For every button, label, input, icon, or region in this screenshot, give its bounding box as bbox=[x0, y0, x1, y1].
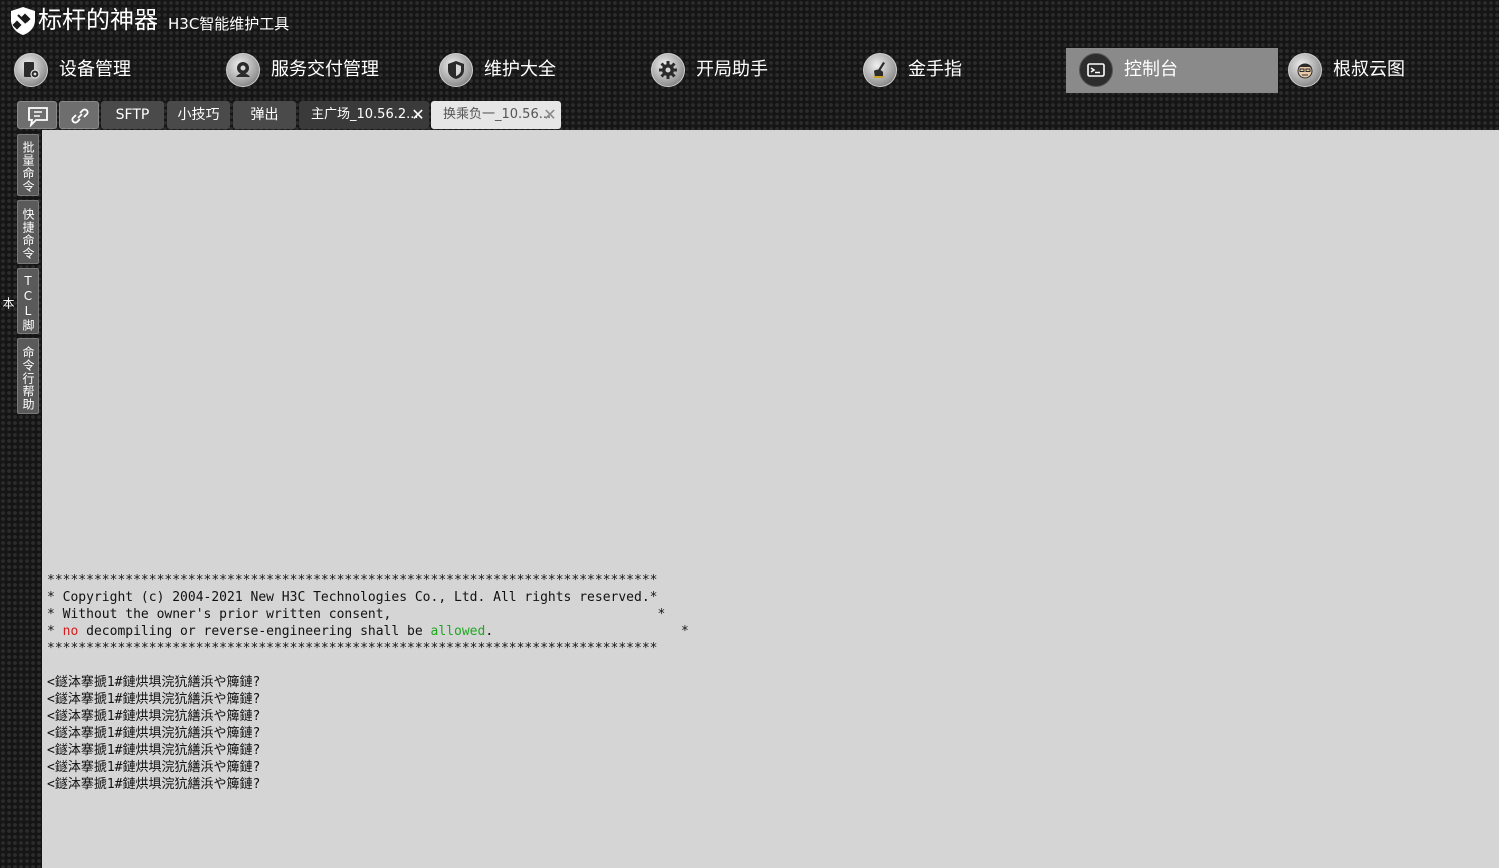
console-output: ****************************************… bbox=[47, 573, 689, 792]
session-tab-label: 换乘负一_10.56... bbox=[443, 107, 552, 122]
tab-session-transfer[interactable]: 换乘负一_10.56... ✕ bbox=[431, 101, 561, 129]
highlight-no: no bbox=[62, 624, 79, 639]
banner-border: ****************************************… bbox=[47, 641, 658, 656]
side-item-tcl-script[interactable]: TCL脚本 bbox=[1, 268, 39, 334]
console-terminal[interactable]: ****************************************… bbox=[42, 130, 1499, 868]
app-subtitle: H3C智能维护工具 bbox=[168, 15, 290, 33]
nav-label: 服务交付管理 bbox=[271, 59, 379, 80]
side-item-batch-commands[interactable]: 批量命令 bbox=[17, 134, 39, 196]
chat-bubble-icon bbox=[28, 107, 48, 127]
banner-consent: * Without the owner's prior written cons… bbox=[47, 607, 666, 622]
nav-item-maintenance[interactable]: 维护大全 bbox=[426, 48, 638, 93]
nav-item-golden-finger[interactable]: 金手指 bbox=[850, 48, 1062, 93]
close-icon[interactable]: ✕ bbox=[543, 101, 557, 129]
link-tool-button[interactable] bbox=[59, 101, 99, 129]
prompt-line: <鐩泍搴搋1#鏈烘埧浣犺繕浜や簰鏈? bbox=[47, 777, 261, 792]
nav-label: 维护大全 bbox=[484, 59, 556, 80]
nav-label: 控制台 bbox=[1124, 59, 1178, 80]
banner-border: ****************************************… bbox=[47, 573, 658, 588]
banner-copyright: * Copyright (c) 2004-2021 New H3C Techno… bbox=[47, 590, 658, 605]
shield-wrench-icon bbox=[11, 7, 35, 35]
shield-icon bbox=[439, 53, 473, 87]
app-header: 标杆的神器 H3C智能维护工具 bbox=[0, 0, 1499, 44]
chat-tool-button[interactable] bbox=[17, 101, 57, 129]
tab-session-main-plaza[interactable]: 主广场_10.56.2... ✕ bbox=[299, 101, 429, 129]
terminal-icon bbox=[1079, 53, 1113, 87]
gear-icon bbox=[651, 53, 685, 87]
device-gear-icon bbox=[14, 53, 48, 87]
close-icon[interactable]: ✕ bbox=[411, 101, 425, 129]
highlight-allowed: allowed bbox=[430, 624, 486, 639]
avatar-face-icon bbox=[1288, 53, 1322, 87]
prompt-line: <鐩泍搴搋1#鏈烘埧浣犺繕浜や簰鏈? bbox=[47, 709, 261, 724]
prompt-line: <鐩泍搴搋1#鏈烘埧浣犺繕浜や簰鏈? bbox=[47, 692, 261, 707]
pointing-hand-icon bbox=[863, 53, 897, 87]
session-tab-label: 主广场_10.56.2... bbox=[311, 107, 419, 122]
main-nav: 设备管理 服务交付管理 维护大全 开局助手 金手指 控制台 根叔云图 bbox=[0, 48, 1499, 94]
nav-item-cloud-map[interactable]: 根叔云图 bbox=[1275, 48, 1487, 93]
app-title: 标杆的神器 bbox=[38, 6, 158, 34]
tab-sftp[interactable]: SFTP bbox=[101, 101, 164, 129]
nav-item-device-management[interactable]: 设备管理 bbox=[1, 48, 213, 93]
nav-item-console[interactable]: 控制台 bbox=[1066, 48, 1278, 93]
nav-label: 根叔云图 bbox=[1333, 59, 1405, 80]
tab-tips[interactable]: 小技巧 bbox=[167, 101, 230, 129]
nav-label: 开局助手 bbox=[696, 59, 768, 80]
prompt-line: <鐩泍搴搋1#鏈烘埧浣犺繕浜や簰鏈? bbox=[47, 726, 261, 741]
prompt-line: <鐩泍搴搋1#鏈烘埧浣犺繕浜や簰鏈? bbox=[47, 675, 261, 690]
nav-item-service-delivery[interactable]: 服务交付管理 bbox=[213, 48, 425, 93]
nav-label: 设备管理 bbox=[59, 59, 131, 80]
prompt-line: <鐩泍搴搋1#鏈烘埧浣犺繕浜や簰鏈? bbox=[47, 743, 261, 758]
tab-popout[interactable]: 弹出 bbox=[233, 101, 296, 129]
side-item-quick-commands[interactable]: 快捷命令 bbox=[17, 200, 39, 264]
nav-label: 金手指 bbox=[908, 59, 962, 80]
side-item-cli-help[interactable]: 命令行帮助 bbox=[17, 338, 39, 414]
nav-item-setup-assistant[interactable]: 开局助手 bbox=[638, 48, 850, 93]
link-icon bbox=[71, 108, 89, 124]
tab-bar: SFTP 小技巧 弹出 主广场_10.56.2... ✕ 换乘负一_10.56.… bbox=[0, 101, 1499, 129]
side-rail: 批量命令 快捷命令 TCL脚本 命令行帮助 bbox=[0, 130, 42, 868]
prompt-line: <鐩泍搴搋1#鏈烘埧浣犺繕浜や簰鏈? bbox=[47, 760, 261, 775]
service-delivery-icon bbox=[226, 53, 260, 87]
